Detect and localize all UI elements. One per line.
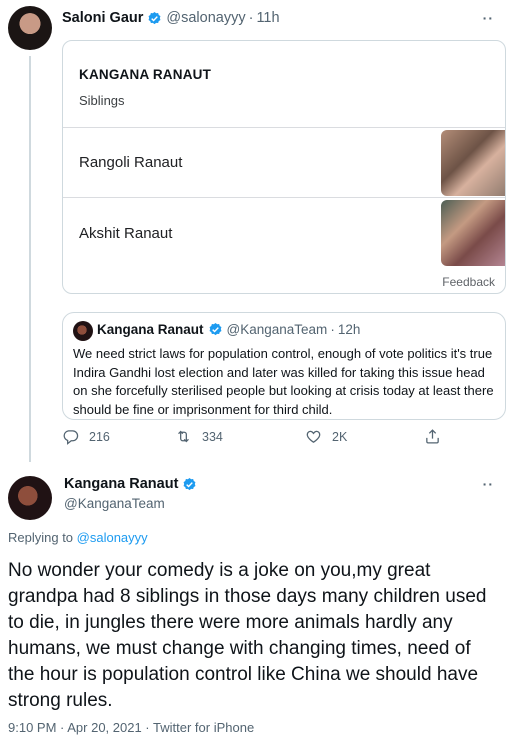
timestamp: 12h (337, 322, 361, 337)
card-title: KANGANA RANAUT (79, 67, 212, 82)
knowledge-card: KANGANA RANAUT Siblings Rangoli Ranaut A… (62, 40, 506, 294)
retweet-button[interactable]: 334 (175, 428, 223, 445)
tweet-header: Saloni Gaur @salonayyy · 11h (62, 10, 280, 26)
author-handle[interactable]: @salonayyy (166, 10, 245, 26)
replying-to: Replying to @salonayyy (8, 530, 148, 545)
replying-prefix: Replying to (8, 530, 77, 545)
separator: · (248, 10, 254, 26)
quoted-tweet-text: We need strict laws for population contr… (73, 346, 494, 417)
tweet-text: No wonder your comedy is a joke on you,m… (8, 560, 487, 711)
reply-button[interactable]: 216 (62, 428, 110, 445)
author-name: Kangana Ranaut (97, 322, 204, 337)
tweet-kangana[interactable]: Kangana Ranaut @KanganaTeam ·· Replying … (0, 462, 506, 741)
more-icon[interactable]: ·· (483, 10, 494, 26)
reply-count: 216 (89, 429, 110, 444)
author-handle: @KanganaTeam (226, 322, 328, 337)
card-item[interactable]: Akshit Ranaut (63, 197, 505, 267)
action-bar: 216 334 2K (62, 428, 462, 452)
feedback-link[interactable]: Feedback (442, 275, 495, 289)
replying-handle-link[interactable]: @salonayyy (77, 530, 148, 545)
reply-icon (63, 430, 79, 445)
card-item[interactable]: Rangoli Ranaut (63, 127, 505, 197)
tweet-meta: 9:10 PM · Apr 20, 2021 · Twitter for iPh… (8, 720, 255, 735)
card-item-label: Akshit Ranaut (79, 225, 173, 242)
retweet-count: 334 (202, 429, 223, 444)
quoted-tweet-header: Kangana Ranaut @KanganaTeam · 12h (97, 322, 360, 337)
thread-line (29, 56, 31, 462)
tweet-header: Kangana Ranaut (64, 476, 201, 492)
card-item-photo (441, 130, 505, 196)
like-icon (306, 430, 321, 443)
author-name[interactable]: Kangana Ranaut (64, 476, 178, 492)
avatar[interactable] (8, 6, 52, 50)
card-item-label: Rangoli Ranaut (79, 154, 183, 171)
author-name[interactable]: Saloni Gaur (62, 10, 143, 26)
verified-badge-icon (148, 11, 161, 24)
card-subtitle: Siblings (79, 93, 125, 108)
avatar[interactable] (8, 476, 52, 520)
verified-badge-icon (209, 322, 221, 336)
more-icon[interactable]: ·· (483, 476, 494, 492)
verified-badge-icon (183, 477, 196, 490)
separator: · (330, 322, 335, 337)
tweet-saloni[interactable]: Saloni Gaur @salonayyy · 11h ·· KANGANA … (0, 0, 506, 462)
author-handle[interactable]: @KanganaTeam (64, 496, 165, 511)
card-item-photo (441, 200, 505, 266)
quoted-tweet[interactable]: Kangana Ranaut @KanganaTeam · 12h We nee… (62, 312, 506, 420)
retweet-icon (178, 430, 189, 443)
avatar (73, 321, 93, 341)
share-icon (426, 429, 439, 444)
like-button[interactable]: 2K (305, 428, 347, 445)
like-count: 2K (332, 429, 348, 444)
timestamp[interactable]: 11h (256, 10, 279, 26)
share-button[interactable] (424, 428, 451, 445)
